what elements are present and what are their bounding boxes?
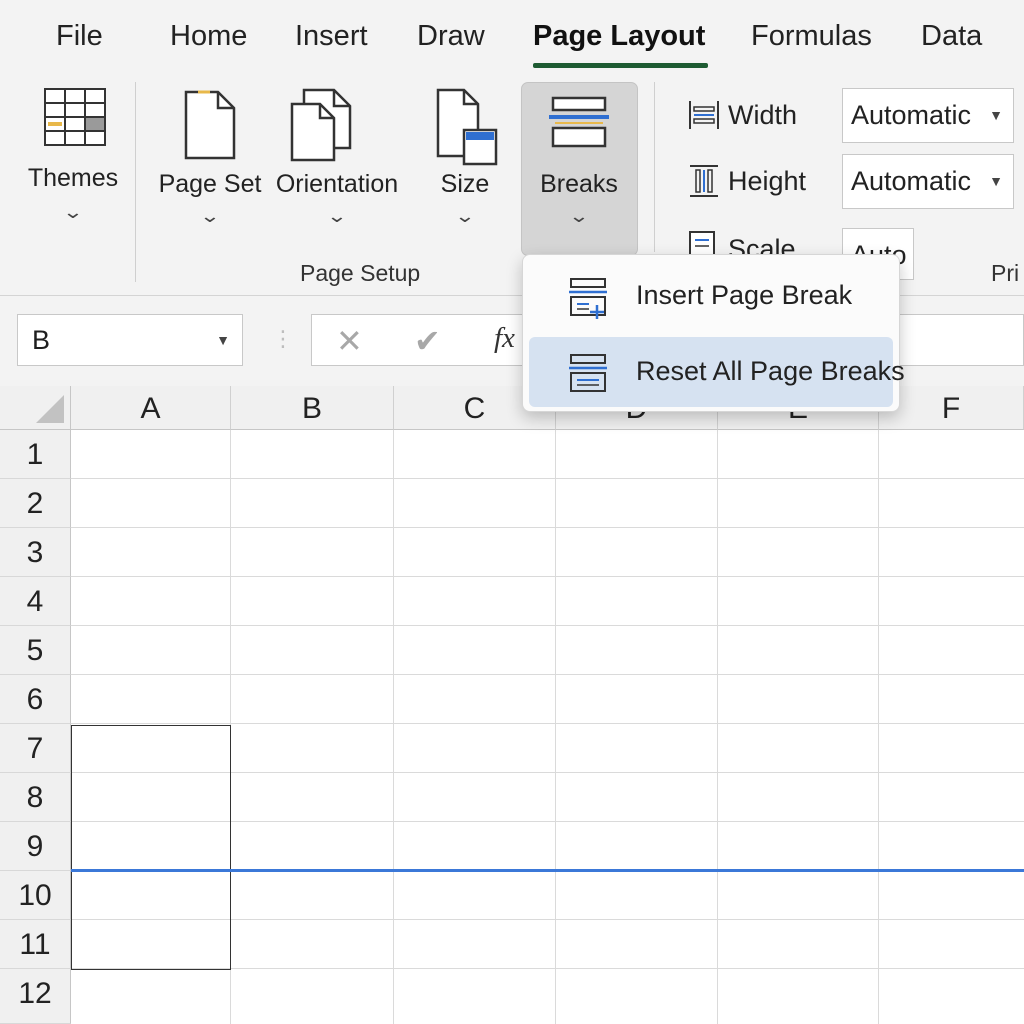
column-header-a[interactable]: A xyxy=(71,386,231,430)
gridline xyxy=(71,674,1024,675)
gridline xyxy=(878,430,879,1024)
width-dropdown[interactable]: Automatic ▼ xyxy=(842,88,1014,143)
row-header-5[interactable]: 5 xyxy=(0,626,71,675)
tab-home[interactable]: Home xyxy=(170,20,247,53)
tab-formulas[interactable]: Formulas xyxy=(751,20,872,53)
height-icon xyxy=(690,165,718,197)
tab-draw[interactable]: Draw xyxy=(417,20,485,53)
tab-file[interactable]: File xyxy=(56,20,103,53)
page-icon xyxy=(184,90,236,160)
gridline xyxy=(71,625,1024,626)
orientation-label: Orientation xyxy=(275,170,399,198)
orientation-button[interactable]: Orientation ⌄ xyxy=(268,86,406,236)
gridline xyxy=(71,723,1024,724)
name-box-value: B xyxy=(32,325,51,355)
themes-label: Themes xyxy=(27,164,119,192)
width-label: Width xyxy=(728,100,798,130)
menu-item-reset-all-page-breaks[interactable]: Reset All Page Breaks xyxy=(529,337,905,407)
dropdown-arrow-icon: ▼ xyxy=(989,173,1003,189)
breaks-button[interactable]: Breaks ⌄ xyxy=(521,86,637,236)
insert-page-break-icon xyxy=(569,278,607,319)
breaks-icon xyxy=(549,96,609,148)
cell-selection-outline xyxy=(71,725,231,970)
gridline xyxy=(71,576,1024,577)
active-tab-underline xyxy=(533,63,708,68)
tab-insert[interactable]: Insert xyxy=(295,20,368,53)
drag-handle-icon: ⋮ xyxy=(272,326,294,351)
page-break-line xyxy=(71,869,1024,872)
width-icon xyxy=(689,101,719,129)
row-header-3[interactable]: 3 xyxy=(0,528,71,577)
row-header-12[interactable]: 12 xyxy=(0,969,71,1024)
height-value: Automatic xyxy=(851,166,972,196)
chevron-down-icon: ⌄ xyxy=(62,202,84,222)
themes-icon xyxy=(44,88,106,146)
select-all-corner[interactable] xyxy=(0,386,71,430)
column-header-b[interactable]: B xyxy=(231,386,394,430)
height-dropdown[interactable]: Automatic ▼ xyxy=(842,154,1014,209)
row-header-1[interactable]: 1 xyxy=(0,430,71,479)
size-label: Size xyxy=(440,170,490,198)
insert-page-break-label: Insert Page Break xyxy=(636,280,853,310)
group-separator xyxy=(135,82,136,282)
tab-data[interactable]: Data xyxy=(921,20,982,53)
cancel-icon[interactable]: ✕ xyxy=(336,322,363,360)
insert-function-icon[interactable]: fx xyxy=(494,322,515,355)
breaks-dropdown-menu: Insert Page Break Reset All Page Breaks xyxy=(522,254,905,412)
orientation-icon xyxy=(290,88,352,162)
dropdown-arrow-icon: ▼ xyxy=(216,332,230,348)
name-box[interactable]: B ▼ xyxy=(17,314,243,366)
row-header-9[interactable]: 9 xyxy=(0,822,71,871)
width-value: Automatic xyxy=(851,100,972,130)
row-header-6[interactable]: 6 xyxy=(0,675,71,724)
page-setup-label: Page Set xyxy=(158,170,262,198)
size-icon xyxy=(436,88,498,166)
gridline xyxy=(393,430,394,1024)
row-header-11[interactable]: 11 xyxy=(0,920,71,969)
row-header-7[interactable]: 7 xyxy=(0,724,71,773)
print-group-label: Pri xyxy=(991,260,1020,286)
gridline xyxy=(555,430,556,1024)
group-separator xyxy=(654,82,655,252)
row-header-10[interactable]: 10 xyxy=(0,871,71,920)
gridline xyxy=(717,430,718,1024)
reset-page-breaks-icon xyxy=(569,354,607,392)
themes-button[interactable]: Themes ⌄ xyxy=(14,86,132,236)
row-header-8[interactable]: 8 xyxy=(0,773,71,822)
breaks-label: Breaks xyxy=(540,170,618,198)
row-header-2[interactable]: 2 xyxy=(0,479,71,528)
menu-item-insert-page-break[interactable]: Insert Page Break xyxy=(529,261,893,331)
dropdown-arrow-icon: ▼ xyxy=(989,107,1003,123)
page-setup-group-label: Page Setup xyxy=(300,260,421,286)
column-header-f[interactable]: F xyxy=(879,386,1024,430)
row-header-4[interactable]: 4 xyxy=(0,577,71,626)
gridline xyxy=(71,527,1024,528)
reset-all-page-breaks-label: Reset All Page Breaks xyxy=(636,356,905,386)
enter-check-icon[interactable]: ✔ xyxy=(414,322,441,360)
ribbon: File Home Insert Draw Page Layout Formul… xyxy=(0,0,1024,296)
tab-page-layout[interactable]: Page Layout xyxy=(533,20,705,53)
height-label: Height xyxy=(728,166,807,196)
gridline xyxy=(71,478,1024,479)
chevron-down-icon: ⌄ xyxy=(568,206,590,226)
